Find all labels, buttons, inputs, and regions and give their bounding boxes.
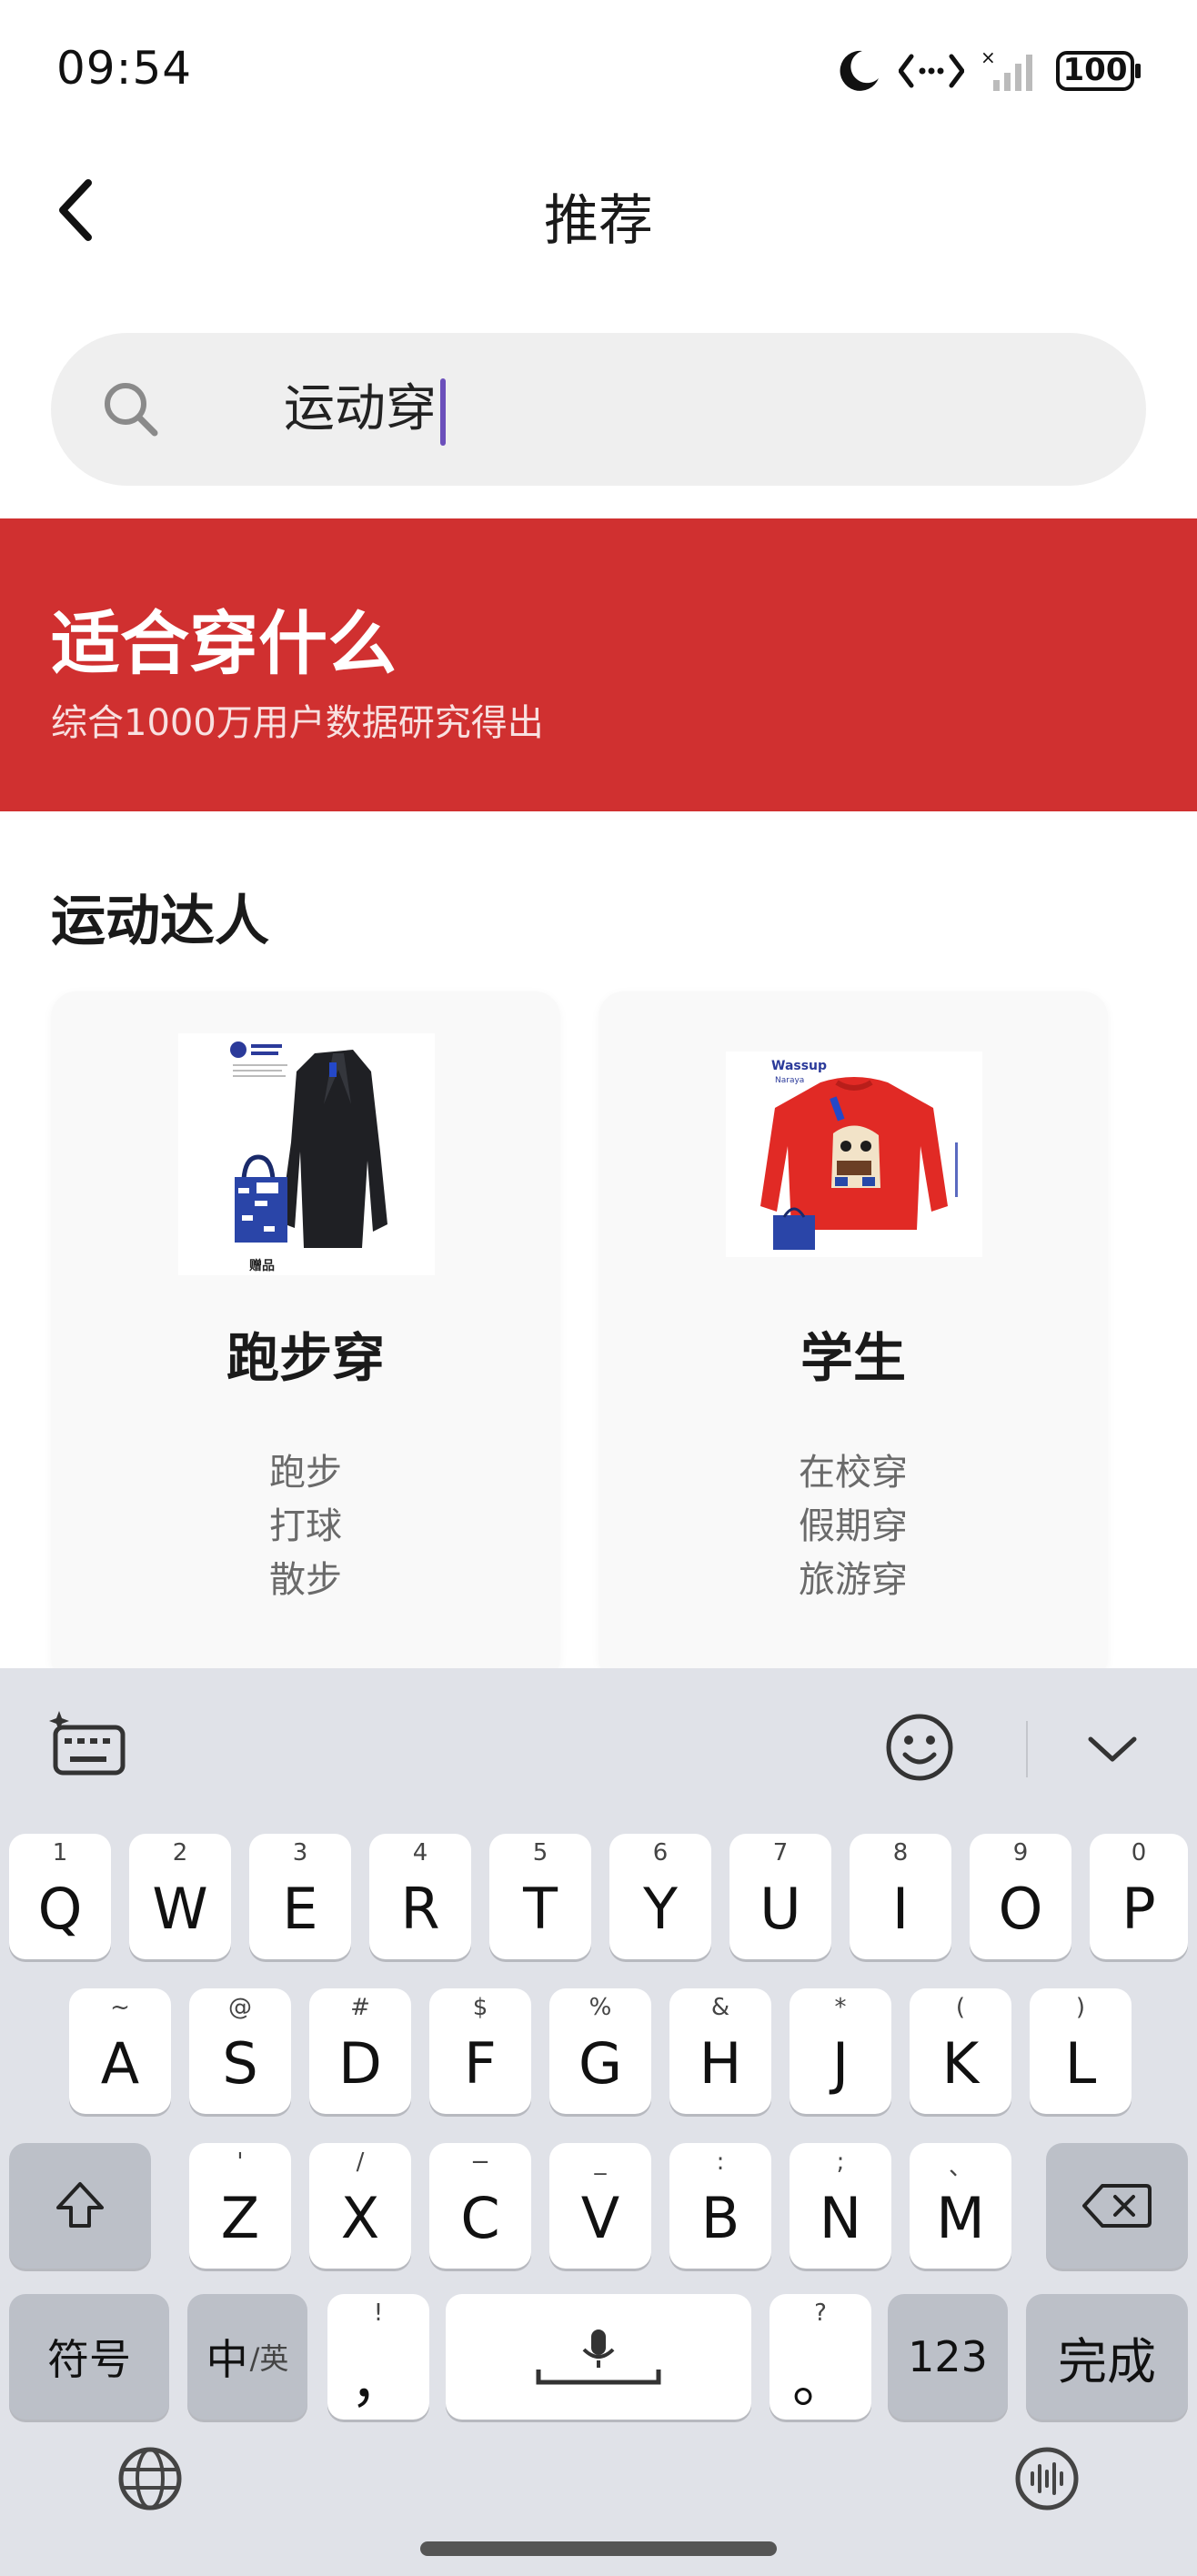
lang-alt: /英 bbox=[249, 2341, 289, 2376]
search-icon bbox=[95, 373, 167, 446]
card-tag: 在校穿 bbox=[799, 1452, 908, 1494]
signal-icon: × bbox=[981, 47, 1039, 95]
key-z[interactable]: ' Z bbox=[189, 2143, 291, 2269]
style-card-student[interactable]: Wassup Naraya 学生 在校穿 假期穿 旅游穿 bbox=[598, 991, 1108, 1683]
lang-main: 中 bbox=[206, 2335, 248, 2384]
done-key[interactable]: 完成 bbox=[1026, 2294, 1188, 2420]
key-q[interactable]: 1Q bbox=[9, 1834, 111, 1959]
status-bar: 09:54 × 100 bbox=[0, 0, 1197, 136]
key-d[interactable]: # D bbox=[309, 1988, 411, 2114]
key-a[interactable]: ~ A bbox=[69, 1988, 171, 2114]
card-tags: 跑步 打球 散步 bbox=[51, 1446, 560, 1607]
battery-level: 100 bbox=[1062, 52, 1128, 88]
key-l[interactable]: ) L bbox=[1030, 1988, 1132, 2114]
card-tag: 跑步 bbox=[269, 1452, 342, 1494]
banner-title: 适合穿什么 bbox=[51, 603, 397, 684]
card-tag: 散步 bbox=[269, 1559, 342, 1601]
numbers-key[interactable]: 123 bbox=[888, 2294, 1008, 2420]
key-s[interactable]: @ S bbox=[189, 1988, 291, 2114]
search-input[interactable]: 运动穿 bbox=[51, 333, 1146, 486]
keyboard-ai-icon bbox=[48, 1709, 126, 1784]
status-time: 09:54 bbox=[56, 42, 193, 95]
key-n[interactable]: ; N bbox=[790, 2143, 891, 2269]
globe-icon bbox=[116, 2444, 185, 2517]
chevron-down-icon bbox=[1085, 1730, 1140, 1770]
keyboard-toolbar bbox=[0, 1668, 1197, 1821]
key-b[interactable]: :B bbox=[669, 2143, 771, 2269]
key-g[interactable]: % G bbox=[549, 1988, 651, 2114]
key-k[interactable]: (K bbox=[910, 1988, 1011, 2114]
space-key[interactable] bbox=[446, 2294, 751, 2420]
shift-icon bbox=[9, 2143, 151, 2269]
product-image: 赠品 bbox=[178, 1033, 435, 1275]
card-title: 跑步穿 bbox=[226, 1327, 385, 1389]
key-v[interactable]: _ V bbox=[549, 2143, 651, 2269]
key-x[interactable]: / X bbox=[309, 2143, 411, 2269]
language-globe-button[interactable] bbox=[109, 2440, 191, 2521]
emoji-icon bbox=[883, 1711, 956, 1787]
key-c[interactable]: − C bbox=[429, 2143, 531, 2269]
page-title: 推荐 bbox=[544, 189, 653, 253]
key-m[interactable]: 、 M bbox=[910, 2143, 1011, 2269]
language-switch-key[interactable]: 中/英 bbox=[187, 2294, 307, 2420]
key-y[interactable]: 6Y bbox=[609, 1834, 711, 1959]
key-p[interactable]: 0P bbox=[1090, 1834, 1188, 1959]
backspace-key[interactable] bbox=[1046, 2143, 1188, 2269]
data-transfer-icon bbox=[899, 47, 964, 95]
text-caret bbox=[440, 378, 446, 446]
key-j[interactable]: * J bbox=[790, 1988, 891, 2114]
moon-icon bbox=[835, 47, 882, 95]
shift-key[interactable] bbox=[9, 2143, 151, 2269]
status-icons: × 100 bbox=[835, 42, 1142, 100]
voice-input-button[interactable] bbox=[1006, 2440, 1088, 2521]
emoji-button[interactable] bbox=[879, 1710, 961, 1788]
key-t[interactable]: 5T bbox=[489, 1834, 591, 1959]
key-w[interactable]: 2W bbox=[129, 1834, 231, 1959]
battery-icon: 100 bbox=[1055, 47, 1142, 95]
product-image: Wassup Naraya bbox=[726, 1052, 982, 1257]
search-query: 运动穿 bbox=[284, 379, 437, 438]
period-key[interactable]: ?。 bbox=[770, 2294, 871, 2420]
key-r[interactable]: 4R bbox=[369, 1834, 471, 1959]
svg-text:×: × bbox=[981, 47, 996, 68]
toolbar-divider bbox=[1026, 1721, 1028, 1777]
key-o[interactable]: 9O bbox=[970, 1834, 1071, 1959]
style-card-running[interactable]: 赠品 跑步穿 跑步 打球 散步 bbox=[51, 991, 560, 1683]
section-title: 运动达人 bbox=[51, 890, 269, 953]
svg-text:Wassup: Wassup bbox=[771, 1059, 827, 1073]
backspace-icon bbox=[1046, 2143, 1188, 2269]
symbols-key[interactable]: 符号 bbox=[9, 2294, 169, 2420]
soft-keyboard: 1Q 2W 3E 4R 5T 6Y 7U 8I 9O 0P ~ A @ S # D $… bbox=[0, 1668, 1197, 2576]
banner-subtitle: 综合1000万用户数据研究得出 bbox=[51, 702, 544, 744]
nav-bar: 推荐 bbox=[0, 136, 1197, 291]
home-indicator[interactable] bbox=[420, 2541, 777, 2556]
card-tags: 在校穿 假期穿 旅游穿 bbox=[598, 1446, 1108, 1607]
key-e[interactable]: 3E bbox=[249, 1834, 351, 1959]
card-tag: 假期穿 bbox=[799, 1505, 908, 1547]
comma-key[interactable]: !， bbox=[327, 2294, 429, 2420]
card-tag: 打球 bbox=[269, 1505, 342, 1547]
card-title: 学生 bbox=[800, 1327, 906, 1389]
hide-keyboard-button[interactable] bbox=[1073, 1716, 1152, 1785]
svg-text:Naraya: Naraya bbox=[775, 1076, 804, 1085]
microphone-icon bbox=[446, 2294, 751, 2420]
card-tag: 旅游穿 bbox=[799, 1559, 908, 1601]
key-i[interactable]: 8I bbox=[850, 1834, 951, 1959]
recommend-banner: 适合穿什么 综合1000万用户数据研究得出 bbox=[0, 518, 1197, 811]
voice-wave-icon bbox=[1012, 2444, 1081, 2517]
svg-text:赠品: 赠品 bbox=[249, 1258, 275, 1273]
key-h[interactable]: & H bbox=[669, 1988, 771, 2114]
key-u[interactable]: 7U bbox=[729, 1834, 831, 1959]
key-f[interactable]: $ F bbox=[429, 1988, 531, 2114]
keyboard-settings-button[interactable] bbox=[44, 1710, 131, 1783]
